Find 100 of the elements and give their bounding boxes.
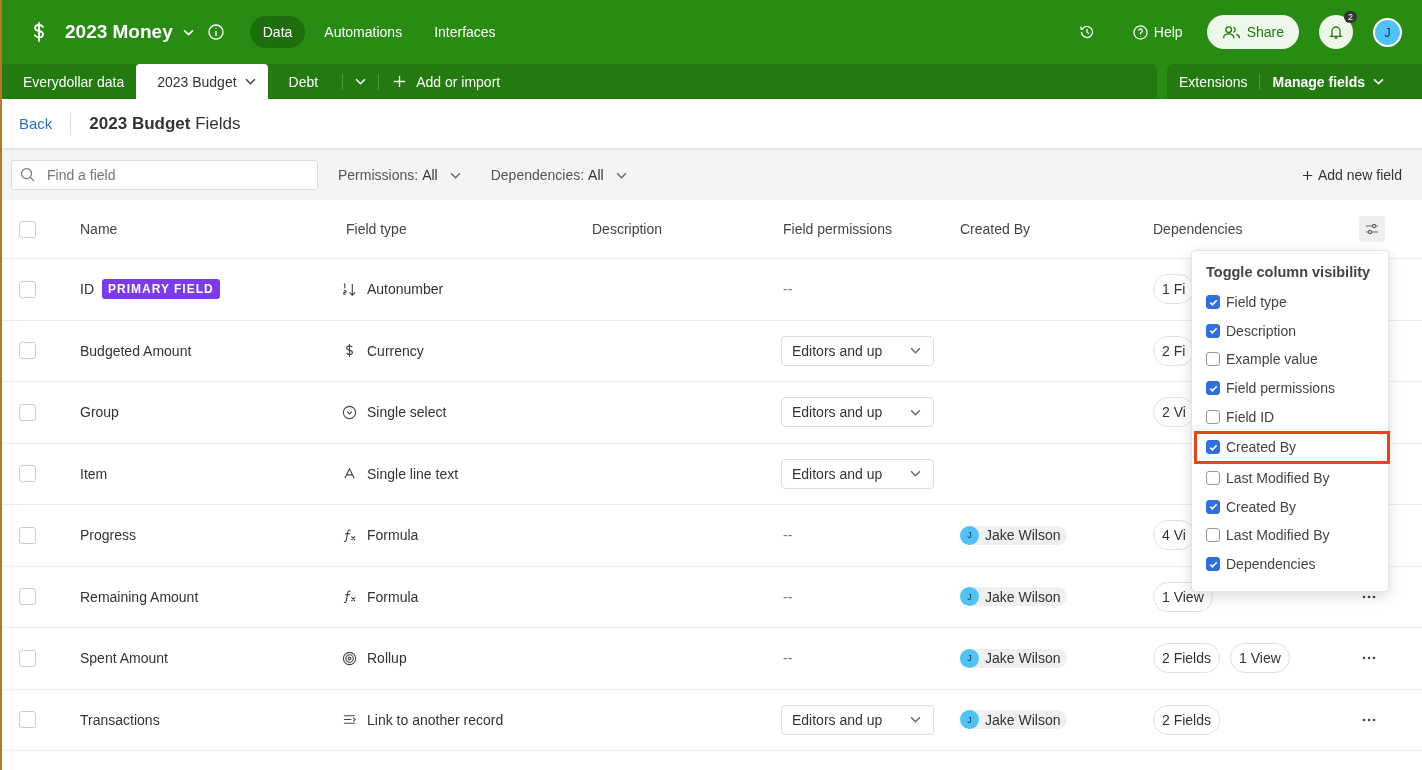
- column-option[interactable]: Field ID: [1226, 408, 1275, 425]
- column-option[interactable]: Example value: [1226, 351, 1318, 368]
- more-icon[interactable]: [1362, 717, 1376, 722]
- caret-icon: [910, 716, 921, 724]
- filter-dropdown[interactable]: Dependencies: All: [490, 167, 627, 183]
- add-field-button[interactable]: Add new field: [1301, 167, 1402, 183]
- history-icon[interactable]: [1078, 24, 1095, 40]
- page-title: 2023 Budget Fields: [89, 113, 241, 134]
- caret-icon: [910, 347, 921, 355]
- column-header: Field type: [346, 221, 408, 237]
- caret-icon[interactable]: [355, 78, 367, 85]
- column-option[interactable]: Created By: [1226, 439, 1297, 456]
- base-name[interactable]: 2023 Money: [65, 21, 173, 43]
- column-header: Name: [80, 221, 119, 237]
- column-checkbox[interactable]: [1206, 440, 1220, 455]
- notifications-button[interactable]: [1319, 15, 1353, 49]
- search-field[interactable]: Find a field: [11, 160, 318, 190]
- permission-dropdown[interactable]: Editors and up: [781, 458, 934, 489]
- user-chip: J Jake Wilson: [960, 648, 1068, 668]
- user-avatar[interactable]: J: [1373, 17, 1402, 47]
- column-checkbox[interactable]: [1206, 528, 1220, 543]
- back-link[interactable]: Back: [19, 115, 53, 132]
- row-checkbox[interactable]: [19, 465, 36, 483]
- row-checkbox[interactable]: [19, 711, 36, 729]
- column-checkbox[interactable]: [1206, 409, 1220, 424]
- field-name: Progress: [80, 527, 137, 544]
- share-button[interactable]: Share: [1206, 15, 1299, 49]
- column-checkbox[interactable]: [1206, 295, 1220, 310]
- permission-dropdown[interactable]: Editors and up: [781, 704, 934, 735]
- caret-icon: [615, 171, 627, 179]
- select-all-checkbox[interactable]: [19, 220, 36, 238]
- row-checkbox[interactable]: [19, 342, 36, 360]
- nav-tab[interactable]: Automations: [311, 16, 416, 48]
- field-type: Link to another record: [367, 711, 504, 728]
- field-name: ID: [80, 281, 94, 298]
- permission-dropdown[interactable]: Editors and up: [781, 335, 934, 366]
- caret-icon: [244, 78, 256, 85]
- column-checkbox[interactable]: [1206, 323, 1220, 338]
- formula-type-icon: [342, 589, 357, 605]
- manage-fields-button[interactable]: Manage fields: [1272, 73, 1385, 90]
- column-option[interactable]: Last Modified By: [1226, 527, 1330, 544]
- primary-field-tag: PRIMARY FIELD: [102, 279, 220, 300]
- more-icon[interactable]: [1362, 594, 1376, 599]
- caret-icon: [910, 470, 921, 478]
- more-icon[interactable]: [1362, 656, 1376, 661]
- column-checkbox[interactable]: [1206, 471, 1220, 486]
- column-option[interactable]: Last Modified By: [1226, 470, 1330, 487]
- settings-icon[interactable]: [1359, 216, 1385, 242]
- select-type-icon: [342, 404, 357, 420]
- row-checkbox[interactable]: [19, 588, 36, 606]
- people-icon: [1221, 24, 1241, 40]
- field-type: Formula: [367, 527, 419, 544]
- column-header: Description: [592, 221, 664, 237]
- nav-tab[interactable]: Interfaces: [421, 16, 509, 48]
- permission-value: --: [783, 650, 793, 667]
- user-chip: J Jake Wilson: [960, 710, 1068, 730]
- column-checkbox[interactable]: [1206, 499, 1220, 514]
- plus-icon: [393, 75, 407, 88]
- field-name: Spent Amount: [80, 650, 168, 667]
- add-table-button[interactable]: Add or import: [393, 73, 501, 90]
- info-icon[interactable]: [207, 24, 224, 40]
- column-option[interactable]: Dependencies: [1226, 556, 1316, 573]
- row-checkbox[interactable]: [19, 280, 36, 298]
- user-chip: J Jake Wilson: [960, 587, 1068, 607]
- column-header: Created By: [960, 221, 1032, 237]
- caret-icon: [1373, 78, 1385, 85]
- field-name: Group: [80, 404, 119, 421]
- menu-title: Toggle column visibility: [1205, 264, 1372, 282]
- column-checkbox[interactable]: [1206, 381, 1220, 396]
- permission-dropdown[interactable]: Editors and up: [781, 397, 934, 428]
- notification-count: 2: [1344, 11, 1357, 23]
- user-chip: J Jake Wilson: [960, 525, 1068, 545]
- table-tab[interactable]: Everydollar data: [2, 64, 137, 99]
- search-icon: [20, 167, 35, 182]
- permission-value: --: [783, 281, 793, 298]
- column-option[interactable]: Description: [1226, 322, 1297, 339]
- field-name: Remaining Amount: [80, 588, 199, 605]
- permission-value: --: [783, 527, 793, 544]
- filter-dropdown[interactable]: Permissions: All: [338, 167, 461, 183]
- field-name: Transactions: [80, 711, 160, 728]
- field-type: Formula: [367, 588, 419, 605]
- field-type: Single line text: [367, 465, 459, 482]
- row-checkbox[interactable]: [19, 403, 36, 421]
- column-checkbox[interactable]: [1206, 557, 1220, 572]
- field-type: Currency: [367, 342, 424, 359]
- nav-tab[interactable]: Data: [249, 16, 306, 48]
- field-name: Budgeted Amount: [80, 342, 192, 359]
- row-checkbox[interactable]: [19, 526, 36, 544]
- table-tab[interactable]: Debt: [267, 64, 331, 99]
- row-checkbox[interactable]: [19, 649, 36, 667]
- column-checkbox[interactable]: [1206, 352, 1220, 367]
- column-option[interactable]: Field type: [1226, 294, 1287, 311]
- caret-icon[interactable]: [182, 28, 194, 36]
- caret-icon: [910, 408, 921, 416]
- column-option[interactable]: Field permissions: [1226, 380, 1335, 397]
- help-button[interactable]: Help: [1132, 24, 1183, 40]
- column-option[interactable]: Created By: [1226, 498, 1297, 515]
- field-name: Item: [80, 465, 108, 482]
- extensions-button[interactable]: Extensions: [1179, 73, 1248, 90]
- table-tab[interactable]: 2023 Budget: [136, 64, 268, 99]
